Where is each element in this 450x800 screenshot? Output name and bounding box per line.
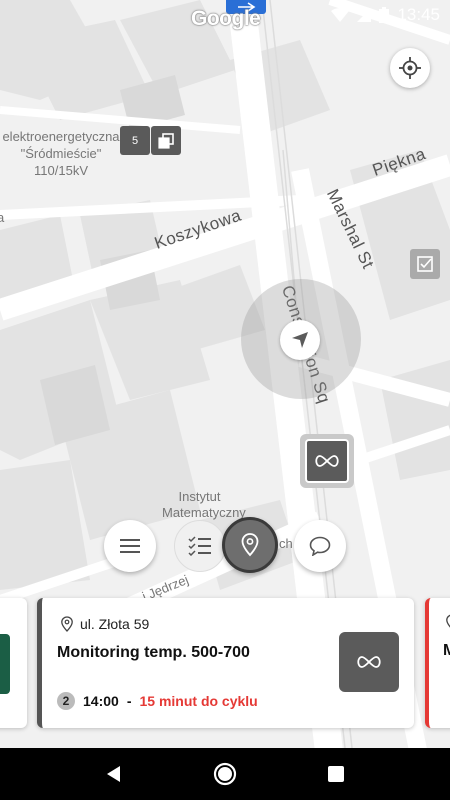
selected-task-marker[interactable] <box>300 434 354 488</box>
infinity-icon <box>315 455 339 467</box>
home-icon[interactable] <box>213 762 237 786</box>
location-pin-icon <box>446 614 450 628</box>
battery-icon <box>379 7 390 23</box>
status-icons: 13:45 <box>331 5 440 25</box>
check-square-icon <box>417 256 433 272</box>
infinity-icon <box>357 656 381 668</box>
map-pin-icon <box>241 533 259 557</box>
power-station-label-line2: "Śródmieście" <box>20 146 102 161</box>
menu-button[interactable] <box>104 520 156 572</box>
task-address: ul. Złota 59 <box>60 616 149 632</box>
institute-label: Instytut Matematyczny <box>162 489 246 521</box>
task-marker-inner <box>305 439 349 483</box>
status-time: 13:45 <box>397 5 440 24</box>
navigation-arrow-icon <box>292 332 308 348</box>
system-navigation-bar <box>0 748 450 800</box>
layers-marker[interactable] <box>151 126 181 155</box>
task-cycle-note: 15 minut do cyklu <box>139 693 258 709</box>
task-card[interactable]: ul. Złota 59 Monitoring temp. 500-700 2 … <box>37 598 414 728</box>
task-type-button[interactable] <box>339 632 399 692</box>
task-address-text: ul. Złota 59 <box>80 616 150 632</box>
task-separator: - <box>126 693 132 709</box>
power-station-label-line3: 110/15kV <box>34 163 88 178</box>
previous-task-card[interactable] <box>0 598 27 728</box>
next-task-card[interactable]: M <box>425 598 450 728</box>
crosshair-icon <box>399 57 421 79</box>
recents-icon[interactable] <box>327 765 345 783</box>
power-station-label-line1: elektroenergetyczna <box>2 129 120 144</box>
back-icon[interactable] <box>105 765 123 783</box>
cluster-count-marker[interactable]: 5 <box>120 126 150 155</box>
task-time: 14:00 <box>83 693 119 709</box>
task-cards-carousel[interactable]: ul. Złota 59 Monitoring temp. 500-700 2 … <box>0 598 450 728</box>
menu-icon <box>120 539 140 553</box>
google-logo: Google <box>191 7 261 30</box>
task-title: Monitoring temp. 500-700 <box>57 644 250 661</box>
institute-label-line2: Matematyczny <box>162 505 246 520</box>
checklist-icon <box>188 536 211 556</box>
map-label-fragment-ch: ch <box>279 536 293 551</box>
location-pin-icon <box>61 616 73 632</box>
stack-icon <box>158 132 174 149</box>
power-station-label: elektroenergetyczna "Śródmieście" 110/15… <box>0 128 126 179</box>
list-view-button[interactable] <box>174 520 226 572</box>
checkbox-task-marker[interactable] <box>410 249 440 279</box>
institute-label-line1: Instytut <box>178 489 221 504</box>
task-meta: 2 14:00 - 15 minut do cyklu <box>57 692 258 710</box>
map-label-fragment-a: a <box>0 210 5 225</box>
map-view-button[interactable] <box>222 517 278 573</box>
chat-button[interactable] <box>294 520 346 572</box>
task-count-badge: 2 <box>57 692 75 710</box>
next-card-title-fragment: M <box>443 642 450 660</box>
cellular-signal-icon <box>357 8 372 22</box>
previous-card-accent <box>0 634 10 694</box>
wifi-icon <box>331 8 350 22</box>
my-location-button[interactable] <box>390 48 430 88</box>
chat-bubble-icon <box>309 536 331 556</box>
my-location-marker <box>280 320 320 360</box>
